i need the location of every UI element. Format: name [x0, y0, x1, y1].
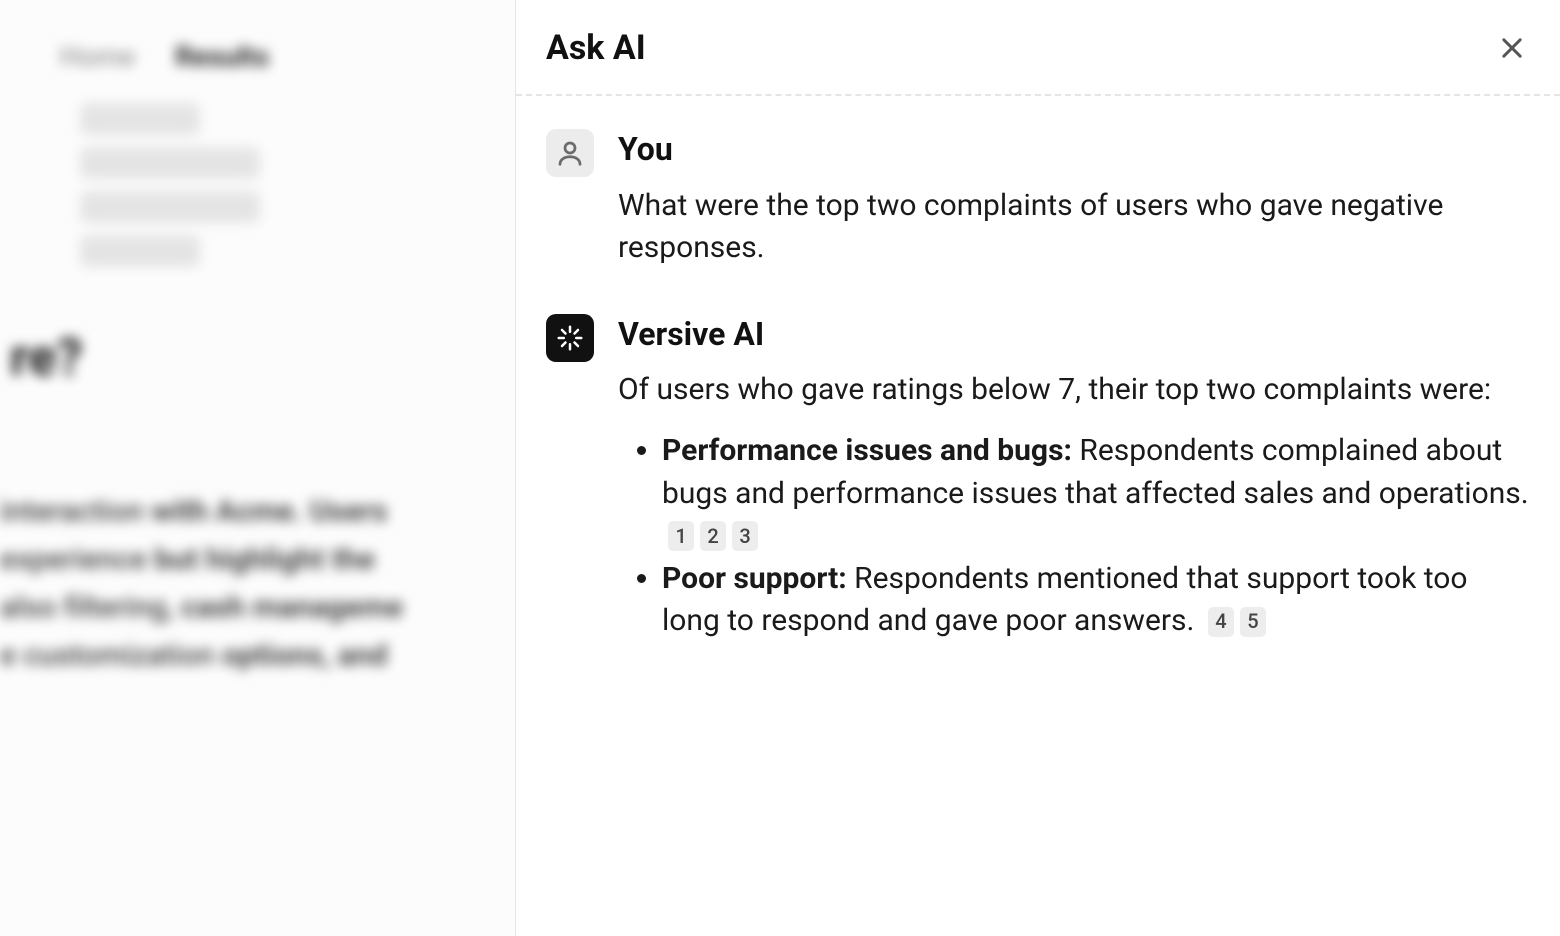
list-item: Poor support: Respondents mentioned that…: [662, 558, 1530, 643]
background-content: Home Results re? interaction with Acme. …: [0, 0, 515, 936]
panel-title: Ask AI: [546, 28, 646, 68]
ai-avatar: [546, 314, 594, 362]
citation-badge[interactable]: 4: [1208, 607, 1234, 637]
tab-home: Home: [60, 40, 135, 73]
close-button[interactable]: [1496, 32, 1528, 64]
background-tabs: Home Results: [60, 40, 515, 73]
tab-results: Results: [175, 40, 269, 73]
user-avatar: [546, 129, 594, 177]
user-message: You What were the top two complaints of …: [546, 129, 1530, 270]
ai-message: Versive AI Of users who gave ratings bel…: [546, 314, 1530, 643]
user-name-label: You: [618, 129, 1530, 171]
ai-message-intro: Of users who gave ratings below 7, their…: [618, 369, 1530, 412]
ask-ai-panel: Ask AI You What were the top two complai…: [515, 0, 1560, 936]
citation-badge[interactable]: 5: [1240, 607, 1266, 637]
citation-badge[interactable]: 2: [700, 521, 726, 551]
bullet-bold: Poor support:: [662, 561, 847, 596]
ai-bullet-list: Performance issues and bugs: Respondents…: [618, 430, 1530, 643]
panel-header: Ask AI: [516, 0, 1560, 96]
user-icon: [555, 138, 585, 168]
citation-badge[interactable]: 1: [668, 521, 694, 551]
ai-name-label: Versive AI: [618, 314, 1530, 356]
conversation-thread: You What were the top two complaints of …: [516, 96, 1560, 687]
close-icon: [1498, 34, 1526, 62]
background-title: re?: [10, 327, 515, 388]
versive-logo-icon: [555, 323, 585, 353]
bullet-bold: Performance issues and bugs:: [662, 433, 1072, 468]
list-item: Performance issues and bugs: Respondents…: [662, 430, 1530, 558]
user-message-text: What were the top two complaints of user…: [618, 185, 1530, 270]
citation-badge[interactable]: 3: [732, 521, 758, 551]
